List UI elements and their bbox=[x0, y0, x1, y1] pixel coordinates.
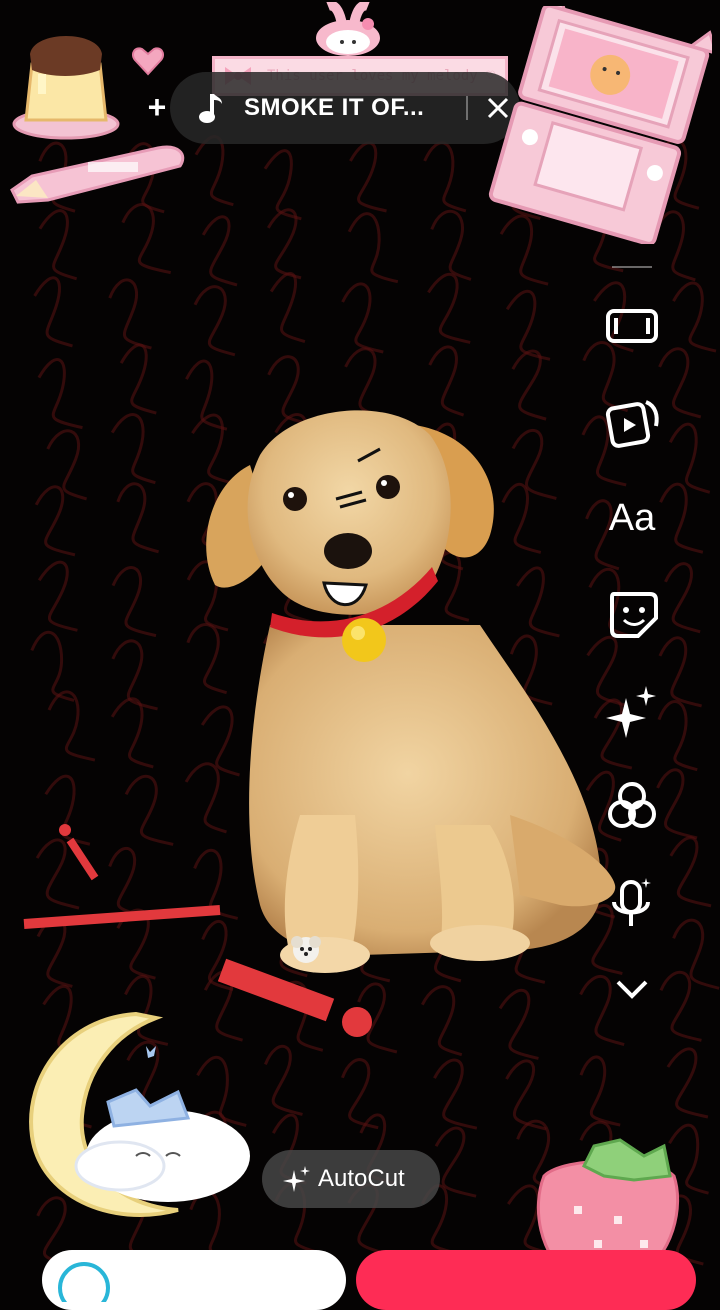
gallery-icon bbox=[58, 1262, 110, 1302]
stickers-button[interactable] bbox=[602, 584, 662, 644]
filters-icon bbox=[608, 782, 656, 828]
chevron-down-icon bbox=[616, 980, 648, 999]
add-sound-plus[interactable]: + bbox=[142, 91, 172, 123]
autocut-button[interactable]: AutoCut bbox=[262, 1150, 440, 1208]
my-melody-sticker[interactable] bbox=[308, 0, 388, 56]
sticker-icon bbox=[610, 592, 658, 638]
effects-gallery-button[interactable] bbox=[42, 1250, 346, 1310]
sound-selector[interactable]: SMOKE IT OF... bbox=[170, 72, 520, 144]
template-icon bbox=[605, 400, 659, 448]
text-icon: Aa bbox=[608, 497, 656, 539]
voiceover-button[interactable] bbox=[602, 872, 662, 932]
templates-button[interactable] bbox=[602, 392, 662, 452]
heart-sticker[interactable] bbox=[132, 46, 164, 76]
pill-divider bbox=[466, 96, 468, 120]
sidebar-divider bbox=[612, 266, 652, 268]
flip-camera-icon bbox=[606, 309, 658, 343]
sound-title: SMOKE IT OF... bbox=[244, 94, 425, 121]
music-note-icon bbox=[198, 92, 222, 124]
sparkle-icon bbox=[606, 686, 656, 738]
voiceover-icon bbox=[612, 878, 651, 926]
pudding-sticker[interactable] bbox=[10, 24, 122, 140]
effects-button[interactable] bbox=[602, 680, 662, 740]
pink-console-sticker[interactable] bbox=[488, 0, 719, 246]
flip-camera-button[interactable] bbox=[602, 296, 662, 356]
more-options-button[interactable] bbox=[602, 958, 662, 1018]
pink-pixel-sticker[interactable] bbox=[8, 140, 188, 206]
next-button[interactable] bbox=[356, 1250, 696, 1310]
autocut-label: AutoCut bbox=[318, 1165, 405, 1192]
cinnamoroll-moon-sticker[interactable] bbox=[18, 1006, 258, 1226]
text-button[interactable]: Aa bbox=[602, 488, 662, 548]
autocut-sparkle-icon bbox=[282, 1164, 312, 1194]
filters-button[interactable] bbox=[602, 776, 662, 836]
